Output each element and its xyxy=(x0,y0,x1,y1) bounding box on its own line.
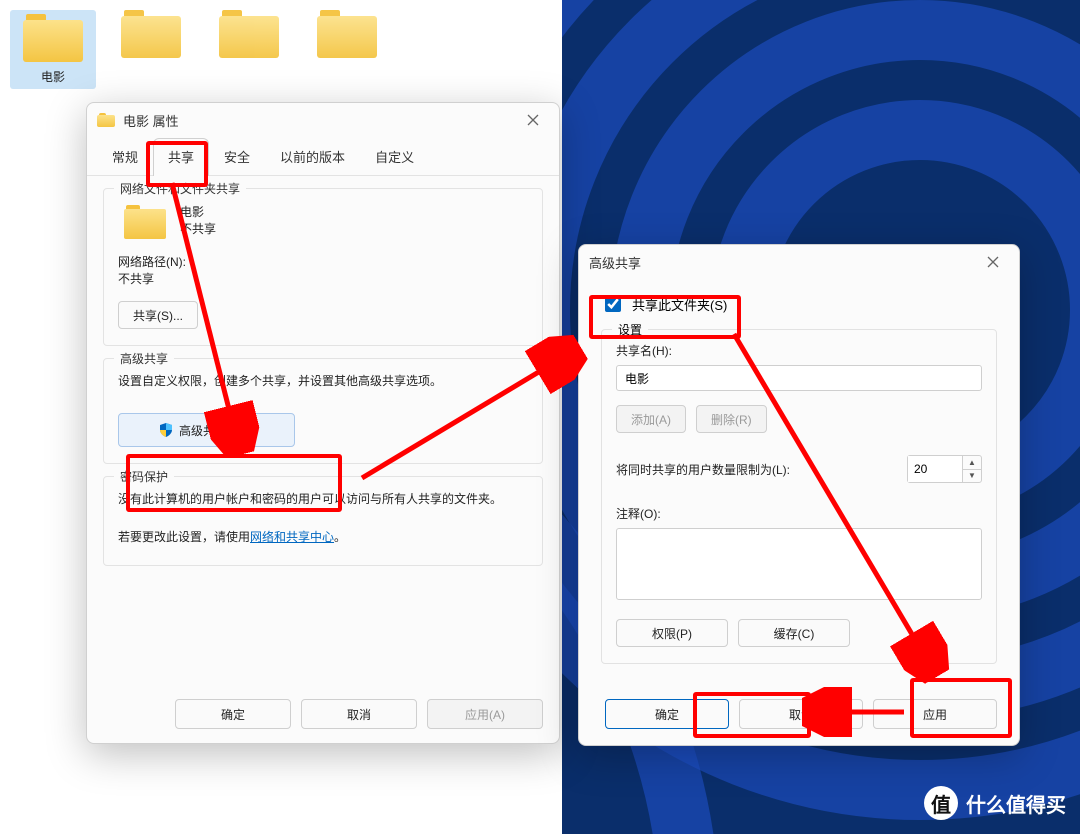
spin-up-icon[interactable]: ▲ xyxy=(963,456,981,470)
folder-item[interactable]: 电影 xyxy=(10,10,96,89)
close-button[interactable] xyxy=(977,250,1009,274)
password-protect-text: 没有此计算机的用户帐户和密码的用户可以访问与所有人共享的文件夹。 xyxy=(118,489,528,511)
folder-icon xyxy=(97,113,115,127)
tabs: 常规 共享 安全 以前的版本 自定义 xyxy=(87,137,559,176)
user-limit-spinner[interactable]: ▲▼ xyxy=(907,455,982,483)
caching-button[interactable]: 缓存(C) xyxy=(738,619,850,647)
ok-button[interactable]: 确定 xyxy=(605,699,729,729)
comment-label: 注释(O): xyxy=(616,505,982,522)
properties-dialog: 电影 属性 常规 共享 安全 以前的版本 自定义 网络文件和文件夹共享 电影 不… xyxy=(86,102,560,744)
fieldset-legend: 设置 xyxy=(612,321,648,338)
share-folder-name: 电影 xyxy=(118,201,528,220)
tab-general[interactable]: 常规 xyxy=(97,138,153,176)
tab-sharing[interactable]: 共享 xyxy=(153,138,209,176)
apply-button[interactable]: 应用 xyxy=(873,699,997,729)
ok-button[interactable]: 确定 xyxy=(175,699,291,729)
share-checkbox-label: 共享此文件夹(S) xyxy=(632,295,727,314)
dialog-title: 高级共享 xyxy=(589,253,641,272)
watermark: 值 什么值得买 xyxy=(924,786,1066,820)
advanced-sharing-dialog: 高级共享 共享此文件夹(S) 设置 共享名(H): 添加(A) 删除(R) 将同… xyxy=(578,244,1020,746)
share-name-label: 共享名(H): xyxy=(616,342,982,359)
cancel-button[interactable]: 取消 xyxy=(301,699,417,729)
folder-label: 电影 xyxy=(10,68,96,85)
share-this-folder-checkbox[interactable]: 共享此文件夹(S) xyxy=(601,293,997,315)
folder-item[interactable] xyxy=(108,10,194,89)
tab-customize[interactable]: 自定义 xyxy=(360,138,429,176)
folder-item[interactable] xyxy=(304,10,390,89)
cancel-button[interactable]: 取消 xyxy=(739,699,863,729)
groupbox-legend: 高级共享 xyxy=(114,350,174,367)
groupbox-legend: 密码保护 xyxy=(114,468,174,485)
password-protect-text2: 若要更改此设置，请使用网络和共享中心。 xyxy=(118,527,528,549)
shield-icon xyxy=(159,423,173,437)
share-status: 不共享 xyxy=(118,220,528,237)
network-sharing-center-link[interactable]: 网络和共享中心 xyxy=(250,530,334,544)
share-name-input[interactable] xyxy=(616,365,982,391)
spin-down-icon[interactable]: ▼ xyxy=(963,470,981,483)
apply-button[interactable]: 应用(A) xyxy=(427,699,543,729)
watermark-text: 什么值得买 xyxy=(966,789,1066,818)
advanced-share-description: 设置自定义权限，创建多个共享，并设置其他高级共享选项。 xyxy=(118,371,528,391)
folder-item[interactable] xyxy=(206,10,292,89)
folder-icon xyxy=(124,205,166,239)
network-path-label: 网络路径(N): xyxy=(118,253,528,270)
advanced-share-button[interactable]: 高级共享(D)... xyxy=(118,413,295,447)
add-button[interactable]: 添加(A) xyxy=(616,405,686,433)
user-limit-input[interactable] xyxy=(908,456,962,482)
close-button[interactable] xyxy=(517,108,549,132)
user-limit-label: 将同时共享的用户数量限制为(L): xyxy=(616,461,790,478)
tab-security[interactable]: 安全 xyxy=(209,138,265,176)
advanced-share-button-label: 高级共享(D)... xyxy=(179,422,254,439)
network-path-value: 不共享 xyxy=(118,270,528,287)
watermark-badge-icon: 值 xyxy=(924,786,958,820)
comment-textarea[interactable] xyxy=(616,528,982,600)
share-checkbox-input[interactable] xyxy=(605,296,621,312)
dialog-title: 电影 属性 xyxy=(123,111,179,130)
permissions-button[interactable]: 权限(P) xyxy=(616,619,728,647)
share-button[interactable]: 共享(S)... xyxy=(118,301,198,329)
remove-button[interactable]: 删除(R) xyxy=(696,405,767,433)
folder-icon xyxy=(23,14,83,62)
groupbox-legend: 网络文件和文件夹共享 xyxy=(114,180,246,197)
tab-previous-versions[interactable]: 以前的版本 xyxy=(265,138,360,176)
